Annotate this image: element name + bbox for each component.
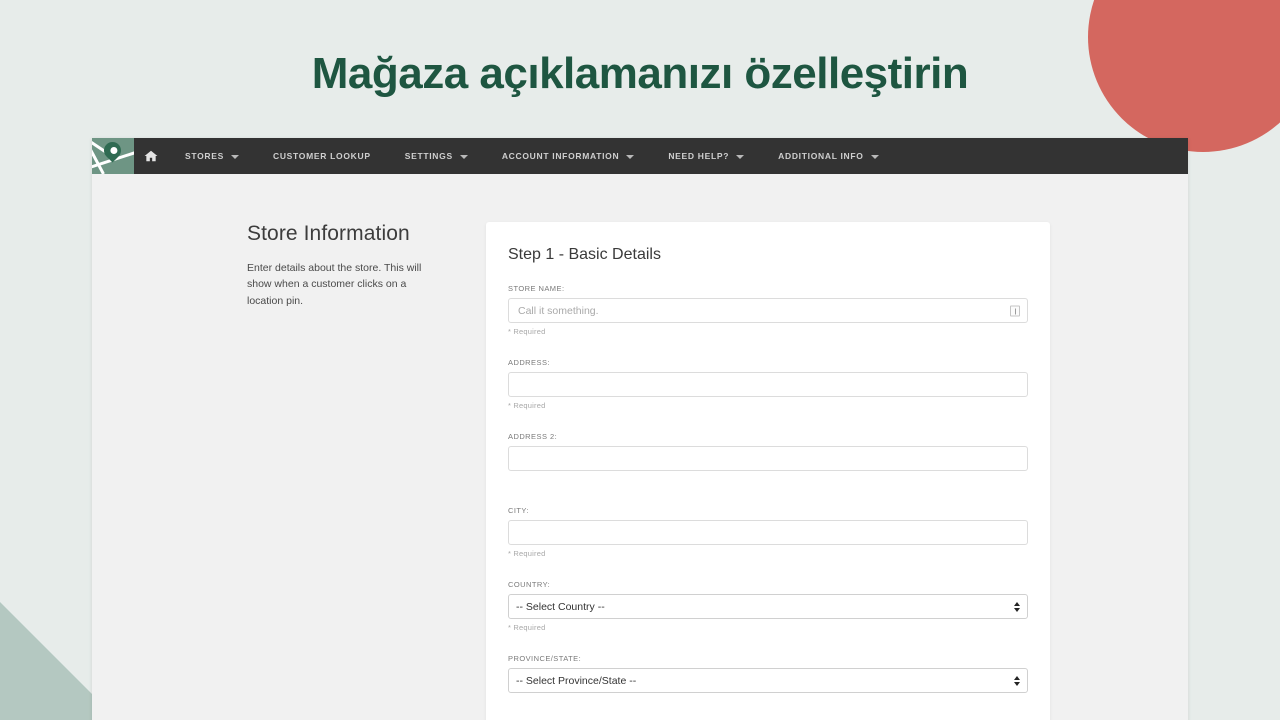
nav-item-customer-lookup[interactable]: CUSTOMER LOOKUP (256, 138, 388, 174)
field-city: CITY: * Required (508, 506, 1028, 558)
basic-details-card: Step 1 - Basic Details STORE NAME: * Req… (486, 222, 1050, 720)
country-required-note: * Required (508, 623, 546, 632)
select-stepper-icon (1014, 675, 1020, 686)
store-name-label: STORE NAME: (508, 284, 565, 293)
country-label: COUNTRY: (508, 580, 551, 589)
nav-item-stores[interactable]: STORES (168, 138, 256, 174)
navbar: STORES CUSTOMER LOOKUP SETTINGS ACCOUNT … (92, 138, 1188, 174)
field-province-state: PROVINCE/STATE: -- Select Province/State… (508, 654, 1028, 693)
address-label: ADDRESS: (508, 358, 550, 367)
select-stepper-icon (1014, 601, 1020, 612)
nav-item-label: SETTINGS (404, 151, 453, 161)
store-name-required-note: * Required (508, 327, 546, 336)
city-input[interactable] (508, 520, 1028, 545)
nav-item-account-information[interactable]: ACCOUNT INFORMATION (485, 138, 652, 174)
province-state-label: PROVINCE/STATE: (508, 654, 582, 663)
country-select[interactable]: -- Select Country -- (508, 594, 1028, 619)
nav-item-label: CUSTOMER LOOKUP (273, 151, 371, 161)
page-body: Store Information Enter details about th… (92, 174, 1188, 720)
chevron-down-icon (626, 155, 635, 159)
nav-menu: STORES CUSTOMER LOOKUP SETTINGS ACCOUNT … (168, 138, 896, 174)
app-window: STORES CUSTOMER LOOKUP SETTINGS ACCOUNT … (92, 138, 1188, 720)
store-name-input[interactable] (508, 298, 1028, 323)
chevron-down-icon (459, 155, 468, 159)
nav-item-label: NEED HELP? (668, 151, 730, 161)
nav-item-need-help[interactable]: NEED HELP? (651, 138, 761, 174)
field-address: ADDRESS: * Required (508, 358, 1028, 410)
address2-label: ADDRESS 2: (508, 432, 558, 441)
page-title: Mağaza açıklamanızı özelleştirin (311, 49, 969, 98)
nav-item-additional-info[interactable]: ADDITIONAL INFO (761, 138, 895, 174)
step-title: Step 1 - Basic Details (508, 246, 661, 263)
info-box-icon[interactable] (1010, 305, 1020, 316)
chevron-down-icon (231, 155, 239, 159)
address2-input[interactable] (508, 446, 1028, 471)
map-pin-logo-icon[interactable] (92, 138, 134, 174)
city-label: CITY: (508, 506, 530, 515)
nav-item-label: STORES (185, 151, 224, 161)
city-required-note: * Required (508, 549, 546, 558)
chevron-down-icon (870, 155, 879, 159)
left-panel: Store Information Enter details about th… (92, 222, 486, 720)
store-information-heading: Store Information (247, 222, 410, 245)
home-icon[interactable] (134, 138, 168, 174)
address-input[interactable] (508, 372, 1028, 397)
field-address2: ADDRESS 2: (508, 432, 1028, 471)
field-country: COUNTRY: -- Select Country -- * Required (508, 580, 1028, 632)
chevron-down-icon (736, 155, 745, 159)
field-store-name: STORE NAME: * Required (508, 284, 1028, 336)
nav-item-label: ADDITIONAL INFO (778, 151, 864, 161)
address-required-note: * Required (508, 401, 546, 410)
store-information-description: Enter details about the store. This will… (247, 262, 422, 307)
nav-item-label: ACCOUNT INFORMATION (501, 151, 620, 161)
nav-item-settings[interactable]: SETTINGS (388, 138, 485, 174)
province-state-select[interactable]: -- Select Province/State -- (508, 668, 1028, 693)
